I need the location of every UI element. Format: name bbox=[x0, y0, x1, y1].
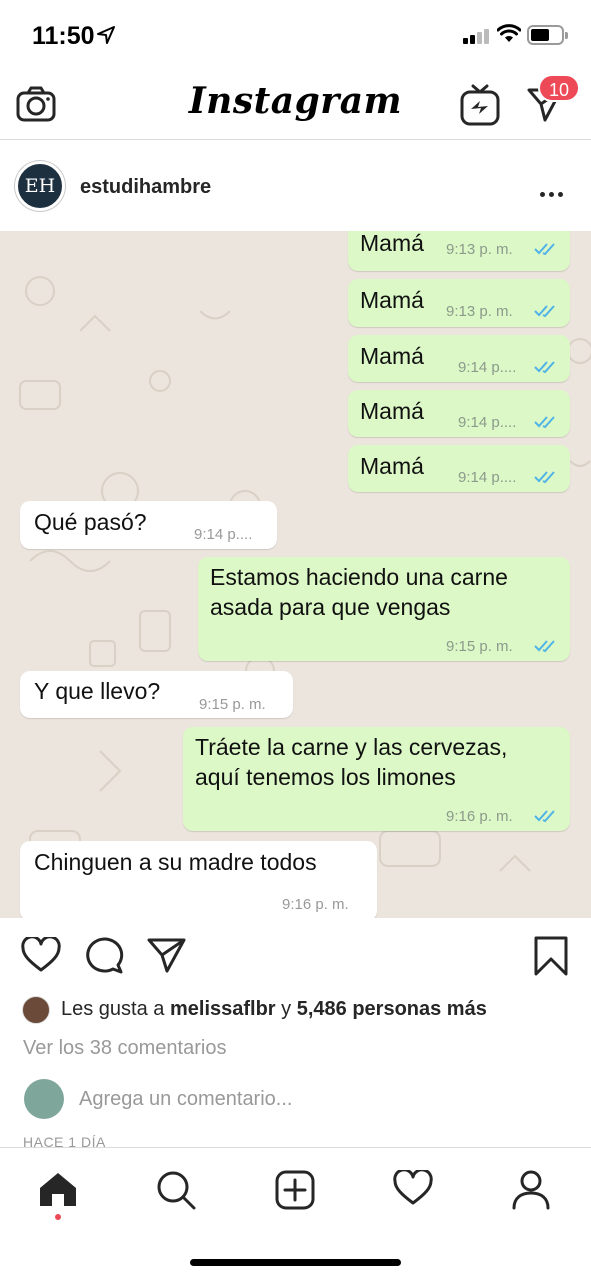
notification-badge: 10 bbox=[538, 74, 580, 102]
view-comments-link[interactable]: Ver los 38 comentarios bbox=[23, 1037, 226, 1060]
current-user-avatar bbox=[24, 1079, 64, 1119]
home-icon[interactable] bbox=[38, 1170, 78, 1213]
double-check-icon bbox=[534, 305, 555, 318]
profile-avatar[interactable]: EH bbox=[15, 161, 65, 211]
instagram-logo: Instagram bbox=[188, 80, 403, 122]
post-actions bbox=[0, 918, 591, 993]
double-check-icon bbox=[534, 416, 555, 429]
chat-message-received: Qué pasó? 9:14 p.... bbox=[20, 501, 277, 549]
message-time: 9:15 p. m. bbox=[446, 638, 513, 655]
comment-icon[interactable] bbox=[84, 936, 124, 979]
status-time: 11:50 bbox=[32, 22, 95, 50]
message-text: Mamá bbox=[360, 231, 424, 256]
chat-message-sent: Mamá 9:14 p.... bbox=[348, 335, 570, 382]
activity-heart-icon[interactable] bbox=[393, 1168, 433, 1211]
message-time: 9:16 p. m. bbox=[282, 896, 349, 913]
likes-count[interactable]: 5,486 personas más bbox=[297, 998, 487, 1020]
chat-message-sent: Mamá 9:14 p.... bbox=[348, 445, 570, 492]
profile-icon[interactable] bbox=[512, 1170, 550, 1215]
add-comment-row[interactable]: Agrega un comentario... bbox=[0, 1076, 591, 1126]
message-time: 9:13 p. m. bbox=[446, 303, 513, 320]
post-header: EH estudihambre bbox=[0, 141, 591, 231]
likes-text: Les gusta a melissaflbr y 5,486 personas… bbox=[61, 998, 487, 1021]
liker-avatar bbox=[22, 996, 50, 1024]
location-arrow-icon bbox=[97, 26, 115, 44]
like-heart-icon[interactable] bbox=[21, 935, 61, 978]
chat-message-sent: Estamos haciendo una carne asada para qu… bbox=[198, 557, 570, 661]
message-text: Tráete la carne y las cervezas, bbox=[195, 734, 508, 760]
message-time: 9:15 p. m. bbox=[199, 696, 266, 713]
likes-and: y bbox=[281, 998, 292, 1020]
message-text: Estamos haciendo una carne bbox=[210, 564, 508, 590]
post-image[interactable]: Mamá 9:13 p. m. Mamá 9:13 p. m. Mamá 9:1… bbox=[0, 231, 591, 918]
message-time: 9:14 p.... bbox=[458, 414, 517, 431]
message-time: 9:13 p. m. bbox=[446, 241, 513, 258]
search-icon[interactable] bbox=[156, 1170, 196, 1215]
message-time: 9:14 p.... bbox=[458, 359, 517, 376]
message-time: 9:14 p.... bbox=[458, 469, 517, 486]
message-text: Chinguen a su madre todos bbox=[34, 849, 317, 875]
more-options-icon[interactable] bbox=[540, 184, 567, 202]
chat-message-received: Chinguen a su madre todos 9:16 p. m. bbox=[20, 841, 377, 918]
message-text: aquí tenemos los limones bbox=[195, 764, 456, 790]
chat-message-sent: Mamá 9:13 p. m. bbox=[348, 279, 570, 327]
cellular-signal-icon bbox=[463, 28, 491, 44]
add-comment-input[interactable]: Agrega un comentario... bbox=[79, 1088, 292, 1111]
message-text: Mamá bbox=[360, 453, 424, 479]
message-text: Y que llevo? bbox=[34, 678, 161, 704]
chat-message-received: Y que llevo? 9:15 p. m. bbox=[20, 671, 293, 718]
top-navigation: Instagram 10 bbox=[0, 70, 591, 140]
message-time: 9:14 p.... bbox=[194, 526, 253, 543]
message-text: Mamá bbox=[360, 398, 424, 424]
chat-message-sent: Mamá 9:14 p.... bbox=[348, 390, 570, 437]
chat-message-sent: Mamá 9:13 p. m. bbox=[348, 231, 570, 271]
liked-by-username[interactable]: melissaflbr bbox=[170, 998, 276, 1020]
chat-message-sent: Tráete la carne y las cervezas, aquí ten… bbox=[183, 727, 570, 831]
double-check-icon bbox=[534, 810, 555, 823]
wifi-icon bbox=[497, 24, 521, 42]
double-check-icon bbox=[534, 361, 555, 374]
status-bar: 11:50 bbox=[0, 0, 591, 70]
battery-icon bbox=[527, 25, 568, 45]
home-indicator[interactable] bbox=[190, 1259, 401, 1266]
double-check-icon bbox=[534, 243, 555, 256]
activity-dot bbox=[55, 1214, 61, 1220]
share-icon[interactable] bbox=[147, 936, 187, 979]
double-check-icon bbox=[534, 471, 555, 484]
double-check-icon bbox=[534, 640, 555, 653]
message-text: Mamá bbox=[360, 343, 424, 369]
post-username[interactable]: estudihambre bbox=[80, 176, 211, 199]
message-text: Mamá bbox=[360, 287, 424, 313]
bookmark-icon[interactable] bbox=[533, 936, 569, 981]
message-time: 9:16 p. m. bbox=[446, 808, 513, 825]
message-text: asada para que vengas bbox=[210, 594, 451, 620]
message-text: Qué pasó? bbox=[34, 509, 147, 535]
igtv-icon[interactable] bbox=[460, 84, 500, 126]
likes-prefix: Les gusta a bbox=[61, 998, 165, 1020]
new-post-icon[interactable] bbox=[275, 1170, 315, 1215]
